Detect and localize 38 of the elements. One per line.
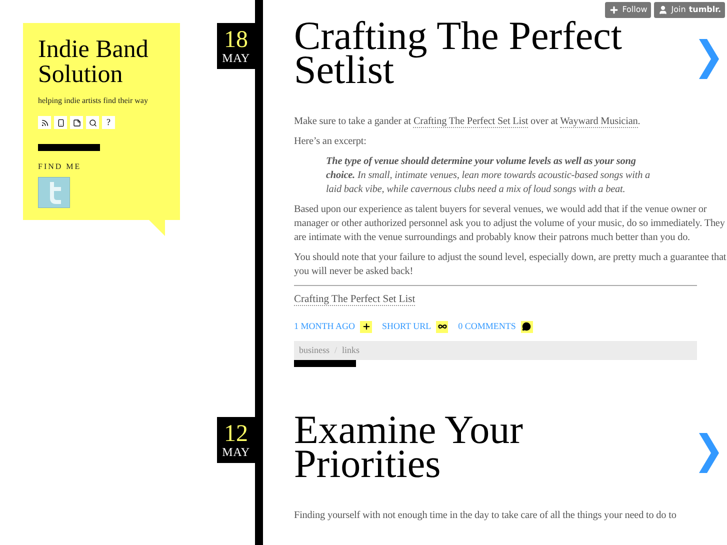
site-title: Indie Band Solution [38,37,150,87]
excerpt-quote: The type of venue should determine your volume levels as well as your song choice. In small, intimate venues, lean more towards acoustic-based songs with a laid back vibe, while cavernous clubs need a mix of loud songs with a beat. [325,155,652,197]
plus-icon [609,5,620,15]
rss-icon[interactable] [38,116,51,129]
separator-bar [38,144,100,151]
date-day: 18 [224,28,248,52]
infinity-icon [436,320,448,332]
meta-link[interactable]: 0 COMMENTS [458,320,516,334]
person-icon [658,5,668,15]
meta-link[interactable]: 1 MONTH AGO [294,320,356,334]
mobile-icon[interactable] [54,116,67,129]
date-day: 12 [224,422,248,446]
paragraph: Here’s an excerpt: [294,135,368,149]
tag-link[interactable]: links [342,344,360,358]
post-title: Crafting The Perfect Setlist [294,19,624,87]
text-link[interactable]: Wayward Musician [560,116,638,128]
follow-button[interactable]: Follow [605,2,652,18]
post-title: Examine Your Priorities [294,413,524,482]
tagline: helping indie artists find their way [38,95,149,107]
join-button[interactable]: Join tumblr. [654,2,725,18]
separator-bar [294,360,356,368]
date-month: MAY [222,446,250,459]
tag-separator: / [334,344,338,357]
meta-link[interactable]: SHORT URL [382,320,432,334]
paragraph: Finding yourself with not enough time in the day to take care of all the things your need to do to [294,509,678,524]
text-link[interactable]: Crafting The Perfect Set List [413,116,528,128]
plus-icon [360,320,372,332]
tag-link[interactable]: business [299,344,330,358]
paragraph: Make sure to take a gander at Crafting The Perfect Set List over at Wayward Musician. [294,115,642,129]
speech-bubble-icon [520,320,533,332]
help-link[interactable]: ? [102,116,115,129]
find-me-label: FIND ME [38,161,82,173]
date-month: MAY [222,52,250,64]
paragraph: Based upon our experience as talent buyers for several venues, we would add that if the venue owner or manager or other authorized personnel ask you to adjust the volume of your music, do so immediately. They are intimate with the venue surroundings and probably know their patrons much better than you do. [294,203,726,245]
paragraph: You should note that your failure to adjust the sound level, especially down, are pretty much a guarantee that you will never be asked back! [294,251,727,279]
source-link[interactable]: Crafting The Perfect Set List [294,294,416,306]
search-icon[interactable] [86,116,99,129]
note-icon[interactable] [70,116,83,129]
